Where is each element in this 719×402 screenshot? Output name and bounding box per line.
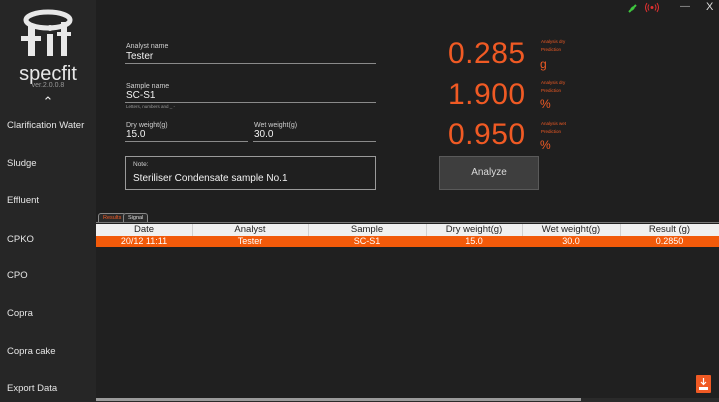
wet-weight-field[interactable]: 30.0	[254, 129, 273, 140]
wet-weight-label: Wet weight(g)	[254, 122, 298, 129]
dry-weight-label: Dry weight(g)	[126, 122, 168, 129]
column-header-wet-weight[interactable]: Wet weight(g)	[522, 224, 620, 236]
cell-wet-weight: 30.0	[562, 236, 580, 246]
pdf-download-icon[interactable]	[696, 375, 711, 393]
sidebar-item-effluent[interactable]: Effluent	[7, 195, 39, 206]
result-wet-percent-unit: %	[540, 138, 551, 152]
sidebar-item-sludge[interactable]: Sludge	[7, 158, 37, 169]
analyst-underline	[125, 63, 376, 64]
result-dry-percent-sub: Prediction	[541, 88, 562, 93]
cell-sample: SC-S1	[353, 236, 381, 246]
logo-text: specfit	[19, 63, 77, 84]
sidebar-item-clarification-water[interactable]: Clarification Water	[7, 120, 84, 131]
broadcast-icon	[645, 2, 659, 13]
analyst-field[interactable]: Tester	[126, 51, 153, 62]
column-divider	[426, 224, 427, 236]
result-dry-grams-sub: Prediction	[541, 47, 562, 52]
version-label: ver.2.0.0.8	[31, 82, 65, 89]
sample-label: Sample name	[126, 83, 170, 90]
column-divider	[308, 224, 309, 236]
chevron-up-icon[interactable]: ⌃	[0, 94, 96, 110]
scrollbar-thumb[interactable]	[96, 398, 581, 401]
result-wet-percent: 0.950	[448, 118, 526, 151]
sample-field[interactable]: SC-S1	[126, 90, 155, 101]
table-header: Date Analyst Sample Dry weight(g) Wet we…	[96, 224, 719, 236]
analyst-label: Analyst name	[126, 43, 169, 50]
column-header-result[interactable]: Result (g)	[620, 224, 719, 236]
dry-weight-field[interactable]: 15.0	[126, 129, 145, 140]
column-header-analyst[interactable]: Analyst	[192, 224, 308, 236]
note-label: Note:	[133, 161, 149, 168]
sidebar-item-cpko[interactable]: CPKO	[7, 234, 34, 245]
sidebar-item-export-data[interactable]: Export Data	[7, 383, 57, 394]
wet-weight-underline	[253, 141, 376, 142]
dry-weight-underline	[125, 141, 248, 142]
result-dry-grams: 0.285	[448, 37, 526, 70]
sidebar-item-cpo[interactable]: CPO	[7, 270, 28, 281]
result-dry-percent-tag: Analysis dry	[541, 80, 566, 85]
plug-connected-icon	[628, 4, 637, 13]
sample-hint: Letters, numbers and _ -	[126, 104, 176, 109]
table-row[interactable]: 20/12 11:11 Tester SC-S1 15.0 30.0 0.285…	[96, 236, 719, 247]
cell-date: 20/12 11:11	[120, 236, 168, 246]
column-header-date[interactable]: Date	[96, 224, 192, 236]
sample-underline	[125, 102, 376, 103]
result-dry-percent-unit: %	[540, 97, 551, 111]
specfit-logo: specfit	[19, 9, 77, 84]
result-wet-percent-tag: Analysis wet	[541, 121, 567, 126]
column-divider	[192, 224, 193, 236]
result-wet-percent-sub: Prediction	[541, 129, 562, 134]
cell-dry-weight: 15.0	[465, 236, 483, 246]
column-divider	[620, 224, 621, 236]
column-header-sample[interactable]: Sample	[308, 224, 426, 236]
sidebar-item-copra-cake[interactable]: Copra cake	[7, 346, 56, 357]
result-dry-grams-unit: g	[540, 57, 547, 71]
note-field[interactable]: Note: Steriliser Condensate sample No.1	[125, 156, 376, 190]
sidebar-item-copra[interactable]: Copra	[7, 308, 33, 319]
cell-analyst: Tester	[237, 236, 263, 246]
sidebar: specfit ver.2.0.0.8 ⌃ Clarification Wate…	[0, 0, 96, 402]
result-dry-percent: 1.900	[448, 78, 526, 111]
result-dry-grams-tag: Analysis dry	[541, 39, 566, 44]
minimize-button[interactable]: —	[680, 0, 690, 14]
analyze-button[interactable]: Analyze	[439, 156, 539, 190]
note-value[interactable]: Steriliser Condensate sample No.1	[133, 173, 288, 184]
results-table: Date Analyst Sample Dry weight(g) Wet we…	[96, 222, 719, 399]
column-divider	[522, 224, 523, 236]
horizontal-scrollbar[interactable]	[96, 398, 719, 402]
close-button[interactable]: X	[706, 0, 713, 14]
cell-result: 0.2850	[655, 236, 684, 246]
column-header-dry-weight[interactable]: Dry weight(g)	[426, 224, 522, 236]
